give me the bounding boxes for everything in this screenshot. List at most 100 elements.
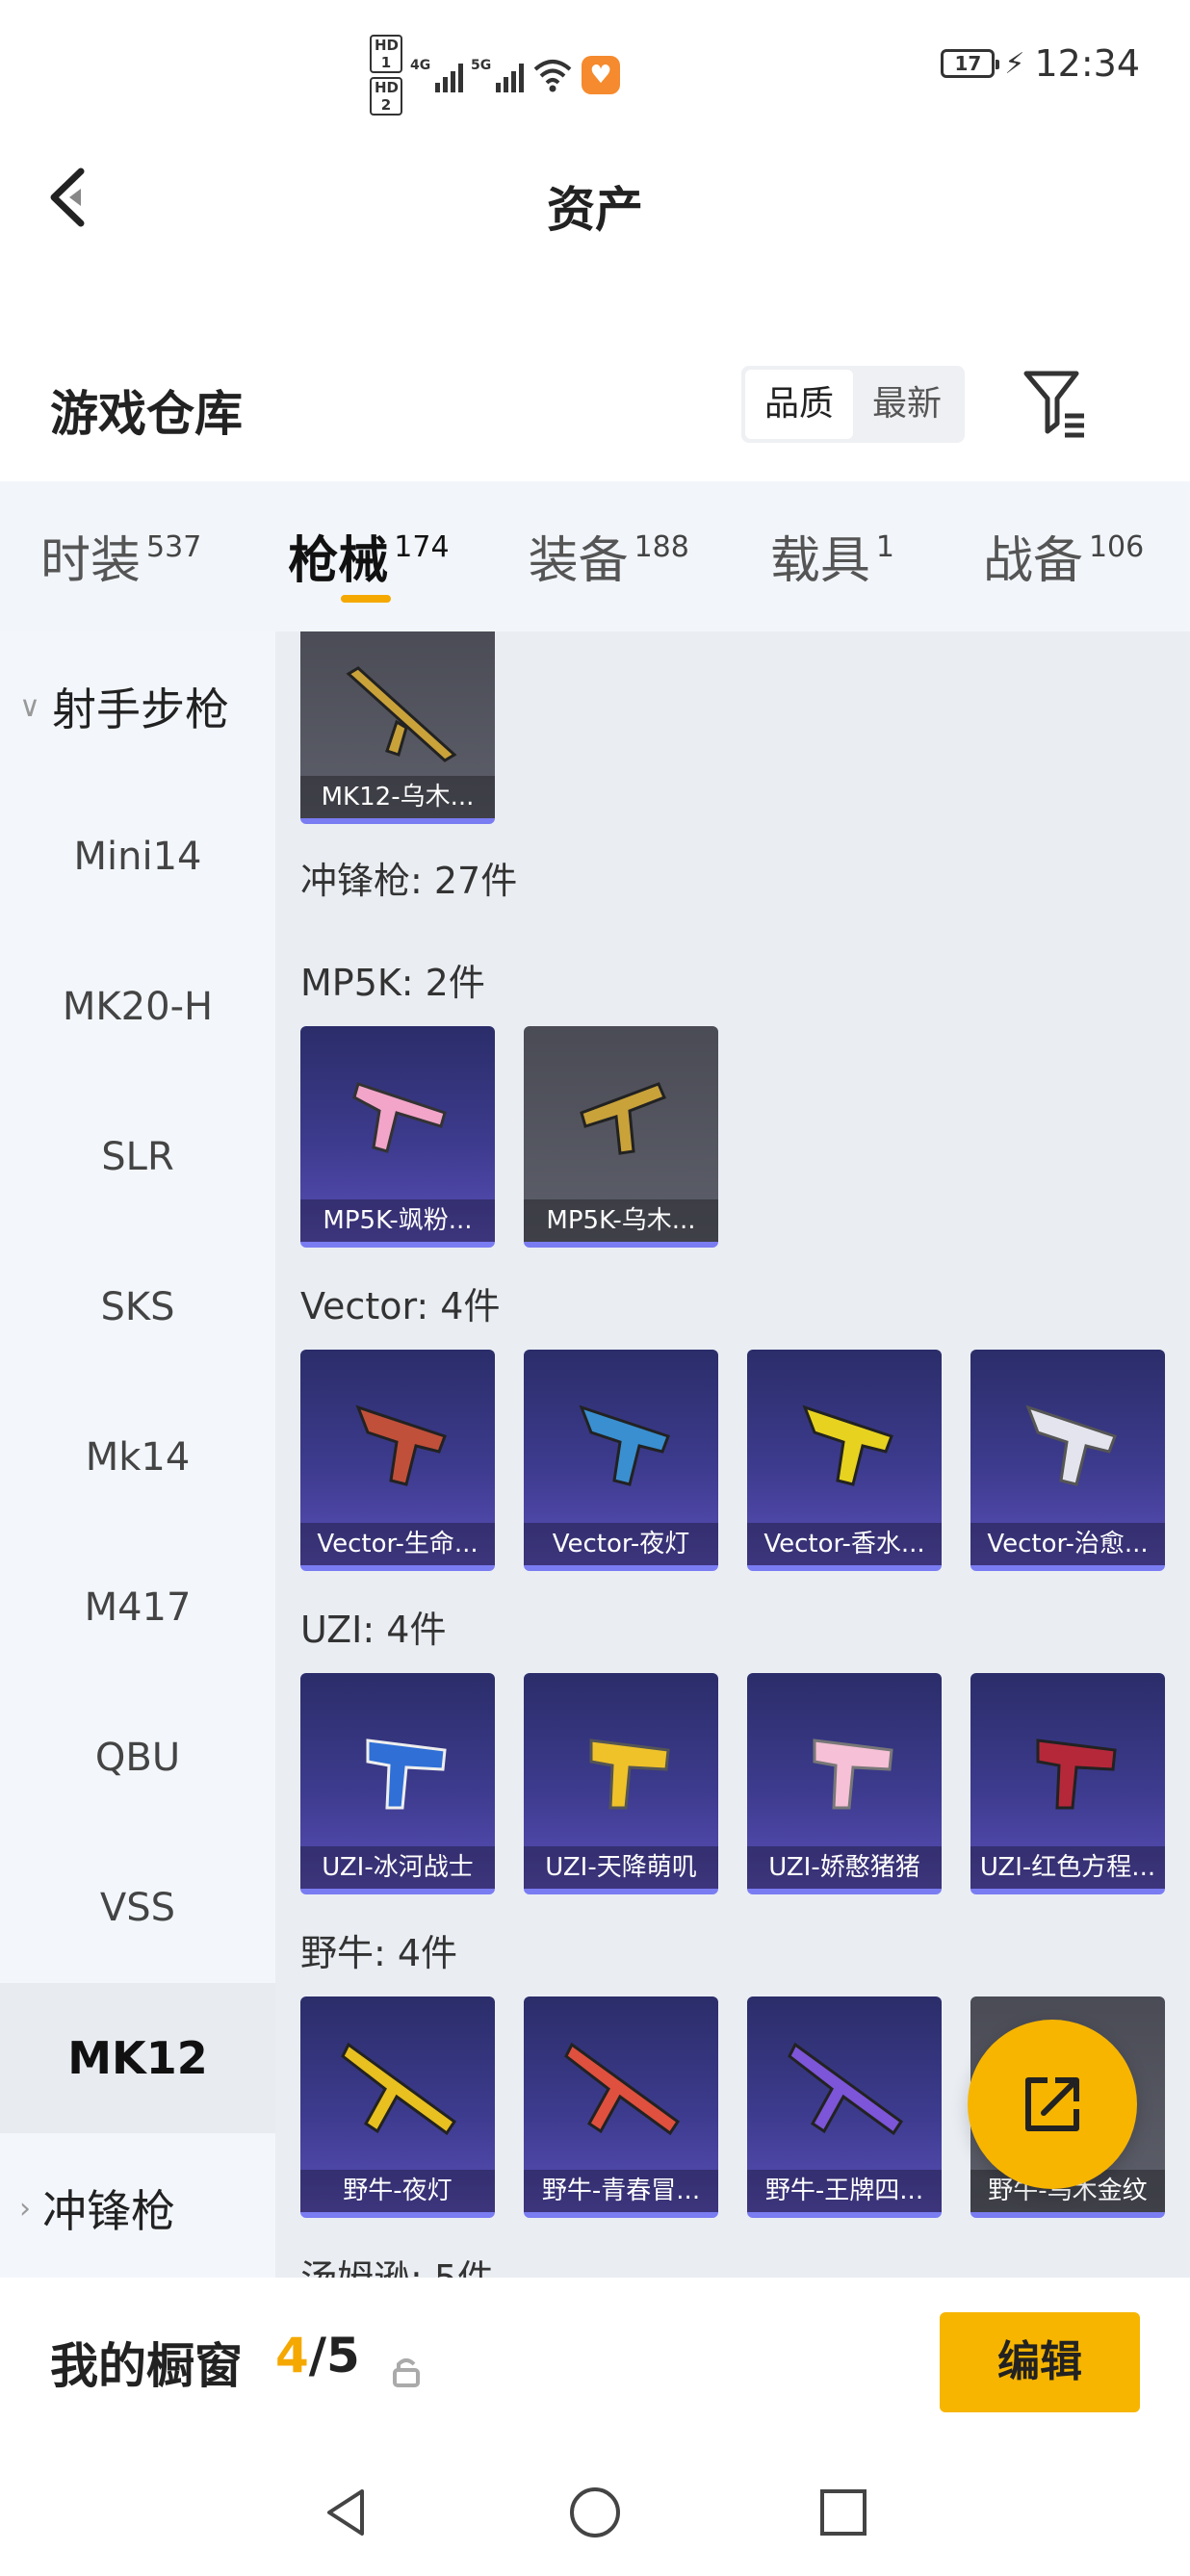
weapon-card[interactable]: 野牛-王牌四... — [747, 1996, 942, 2218]
share-button[interactable] — [968, 2020, 1137, 2189]
weapon-card[interactable]: UZI-红色方程... — [970, 1673, 1165, 1894]
sidebar-item-mk14[interactable]: Mk14 — [0, 1382, 275, 1533]
status-right: 17 ⚡ 12:34 — [941, 42, 1140, 85]
tab-label: 装备 — [528, 532, 629, 590]
tab-firearms[interactable]: 枪械 174 — [288, 481, 449, 631]
showcase-label: 我的橱窗 — [50, 2338, 243, 2394]
weapon-card[interactable]: MK12-乌木... — [300, 631, 495, 824]
sidebar-item-sks[interactable]: SKS — [0, 1232, 275, 1382]
sidebar-item-mini14[interactable]: Mini14 — [0, 782, 275, 932]
weapon-name: MK12-乌木... — [300, 776, 495, 818]
weapon-card[interactable]: MP5K-飒粉... — [300, 1026, 495, 1248]
weapon-name: MP5K-飒粉... — [300, 1199, 495, 1242]
edit-button[interactable]: 编辑 — [940, 2312, 1140, 2412]
weapon-card[interactable]: MP5K-乌木... — [524, 1026, 718, 1248]
sidebar-group-marksman[interactable]: ∨ 射手步枪 — [0, 631, 275, 782]
smg-icon — [1036, 1739, 1117, 1810]
status-icons: HD 1 HD 2 4G 5G ♥ — [370, 35, 620, 116]
sidebar-item-mk20h[interactable]: MK20-H — [0, 932, 275, 1082]
tab-count: 537 — [146, 530, 202, 564]
weapon-card[interactable]: UZI-天降萌叽 — [524, 1673, 718, 1894]
weapon-name: UZI-红色方程... — [970, 1846, 1165, 1889]
weapon-name: 野牛-王牌四... — [747, 2170, 942, 2212]
smg-icon — [564, 2042, 681, 2136]
sort-quality-button[interactable]: 品质 — [745, 370, 854, 439]
sidebar-group-label: 冲锋枪 — [42, 2185, 175, 2237]
sidebar-item-qbu[interactable]: QBU — [0, 1683, 275, 1833]
sort-newest-button[interactable]: 最新 — [853, 370, 961, 439]
weapon-card[interactable]: UZI-冰河战士 — [300, 1673, 495, 1894]
tab-label: 战备 — [982, 532, 1083, 590]
tab-supplies[interactable]: 战备 106 — [983, 481, 1144, 631]
smg-icon — [366, 1739, 447, 1810]
weapon-name: Vector-生命... — [300, 1523, 495, 1565]
weapon-sidebar: ∨ 射手步枪 Mini14 MK20-H SLR SKS Mk14 M417 Q… — [0, 631, 275, 2278]
sidebar-item-m417[interactable]: M417 — [0, 1533, 275, 1683]
tab-count: 174 — [394, 530, 450, 564]
charging-icon: ⚡ — [1004, 46, 1025, 81]
hd-indicators: HD 1 HD 2 — [370, 35, 402, 116]
weapon-name: UZI-冰河战士 — [300, 1846, 495, 1889]
chevron-right-icon: › — [19, 2191, 31, 2226]
weapon-name: Vector-治愈... — [970, 1523, 1165, 1565]
weapon-card[interactable]: Vector-治愈... — [970, 1350, 1165, 1571]
hd1-badge: HD 1 — [370, 35, 402, 73]
smg-icon — [579, 1404, 670, 1486]
weapon-card[interactable]: UZI-娇憨猪猪 — [747, 1673, 942, 1894]
sidebar-group-label: 射手步枪 — [51, 683, 229, 735]
smg-icon — [1025, 1404, 1117, 1486]
lock-icon — [389, 2355, 424, 2389]
tab-equipment[interactable]: 装备 188 — [529, 481, 689, 631]
section-title: UZI: 4件 — [300, 1609, 447, 1651]
weapon-card[interactable]: Vector-生命... — [300, 1350, 495, 1571]
tab-fashion[interactable]: 时装 537 — [40, 481, 201, 631]
page-title: 资产 — [547, 182, 643, 238]
section-title: MP5K: 2件 — [300, 962, 485, 1004]
weapon-card[interactable]: 野牛-青春冒... — [524, 1996, 718, 2218]
weapon-name: Vector-夜灯 — [524, 1523, 718, 1565]
rifle-icon — [346, 666, 457, 762]
nav-back-icon[interactable] — [318, 2484, 375, 2541]
smg-icon — [355, 1404, 447, 1486]
smg-icon — [788, 2042, 904, 2136]
warehouse-header: 游戏仓库 品质 最新 — [0, 327, 1190, 481]
weapon-card[interactable]: Vector-香水... — [747, 1350, 942, 1571]
section-title: 野牛: 4件 — [300, 1932, 458, 1974]
weapon-name: 野牛-青春冒... — [524, 2170, 718, 2212]
showcase-count: 4/5 — [275, 2328, 360, 2383]
smg-summary: 冲锋枪: 27件 — [300, 860, 518, 902]
network-label-2: 5G — [471, 58, 492, 73]
sidebar-item-slr[interactable]: SLR — [0, 1082, 275, 1232]
status-bar: HD 1 HD 2 4G 5G ♥ 17 ⚡ 12:34 — [0, 0, 1190, 135]
weapon-name: UZI-天降萌叽 — [524, 1846, 718, 1889]
system-nav-bar — [0, 2451, 1190, 2576]
showcase-current: 4 — [275, 2328, 309, 2383]
tab-count: 106 — [1088, 530, 1145, 564]
sidebar-item-mk12[interactable]: MK12 — [0, 1983, 275, 2133]
weapon-name: 野牛-夜灯 — [300, 2170, 495, 2212]
hd2-badge: HD 2 — [370, 77, 402, 116]
smg-icon — [580, 1082, 666, 1155]
nav-recents-icon[interactable] — [815, 2484, 872, 2541]
active-tab-indicator — [341, 595, 391, 603]
showcase-bar: 我的橱窗 4/5 编辑 — [0, 2278, 1190, 2451]
sidebar-group-smg[interactable]: › 冲锋枪 — [0, 2133, 275, 2278]
weapon-name: Vector-香水... — [747, 1523, 942, 1565]
app-notification-icon: ♥ — [582, 56, 620, 94]
smg-icon — [341, 2042, 457, 2136]
weapon-card[interactable]: 野牛-夜灯 — [300, 1996, 495, 2218]
smg-icon — [813, 1739, 893, 1810]
wifi-icon — [531, 56, 574, 94]
weapon-name: UZI-娇憨猪猪 — [747, 1846, 942, 1889]
tab-count: 188 — [634, 530, 689, 564]
tab-vehicles[interactable]: 载具 1 — [770, 481, 894, 631]
filter-icon[interactable] — [1021, 366, 1094, 443]
tab-label: 载具 — [769, 532, 870, 590]
signal-icon: 4G — [410, 58, 463, 92]
battery-icon: 17 — [941, 49, 1000, 78]
weapon-card[interactable]: Vector-夜灯 — [524, 1350, 718, 1571]
weapon-name: MP5K-乌木... — [524, 1199, 718, 1242]
signal-icon: 5G — [471, 58, 524, 92]
nav-home-icon[interactable] — [566, 2484, 624, 2541]
sidebar-item-vss[interactable]: VSS — [0, 1833, 275, 1983]
